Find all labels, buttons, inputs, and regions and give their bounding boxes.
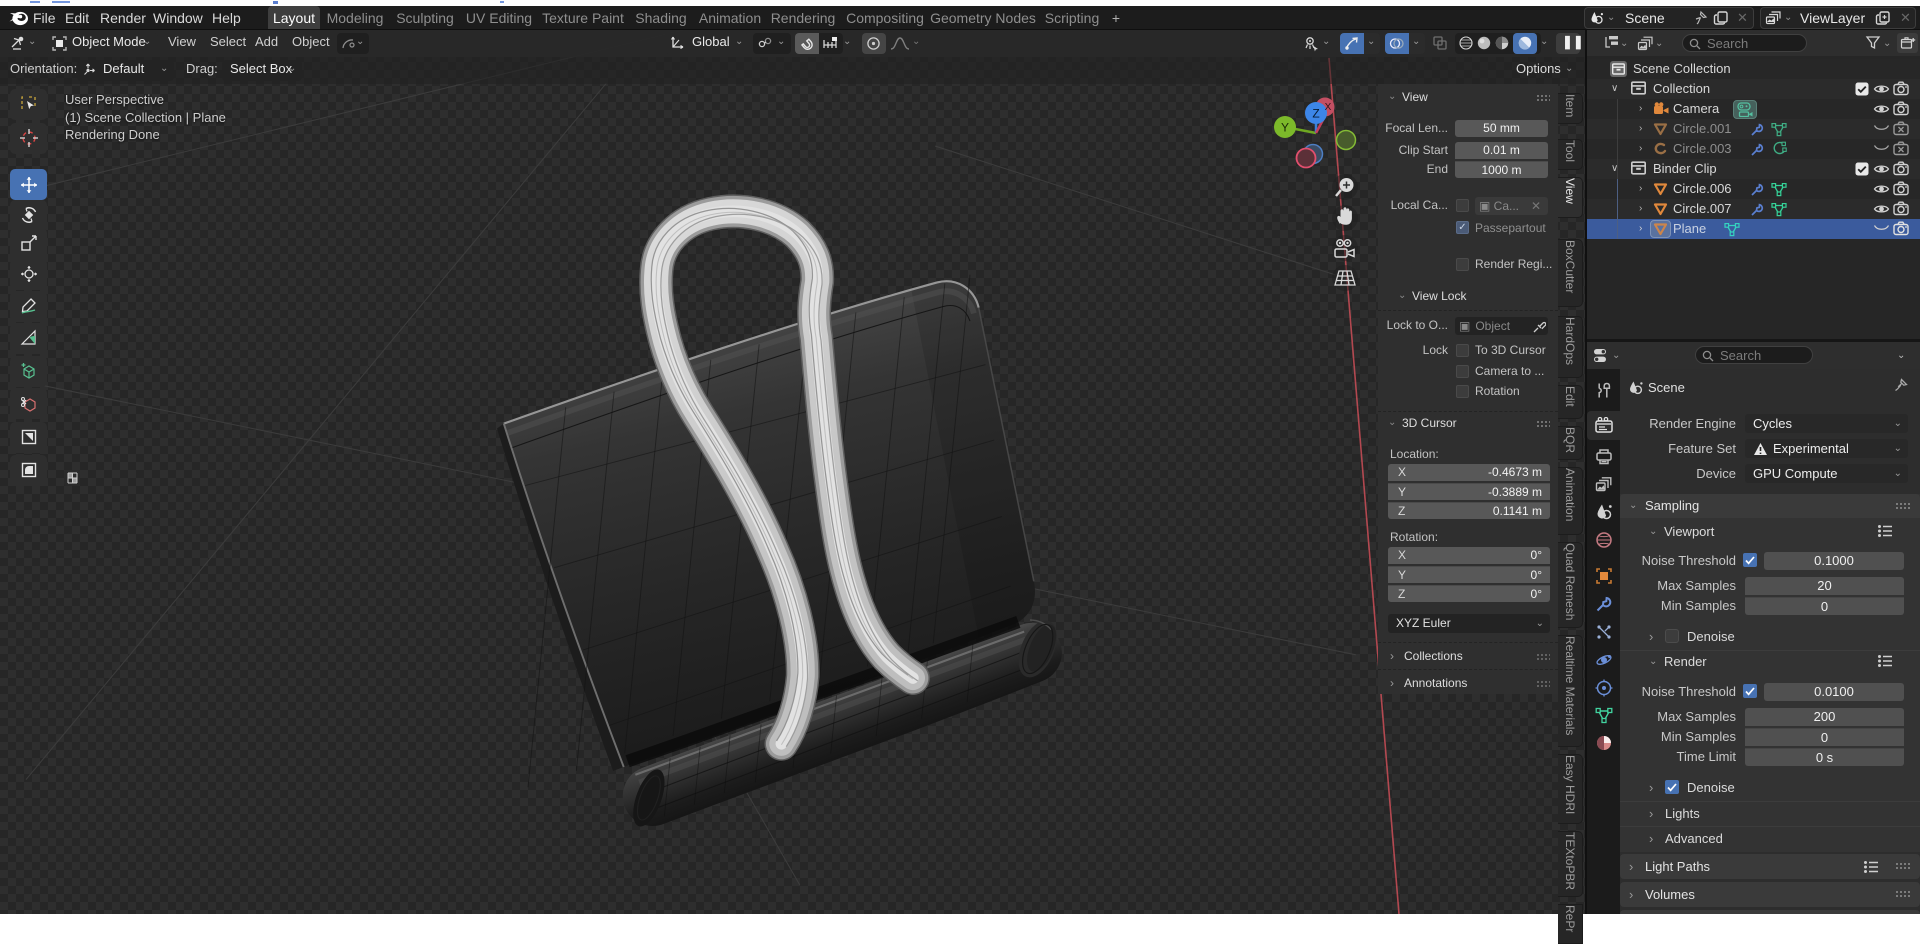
svg-text:Y: Y <box>1281 121 1289 135</box>
svg-text:Z: Z <box>1312 107 1319 121</box>
svg-text:X: X <box>1325 102 1332 113</box>
